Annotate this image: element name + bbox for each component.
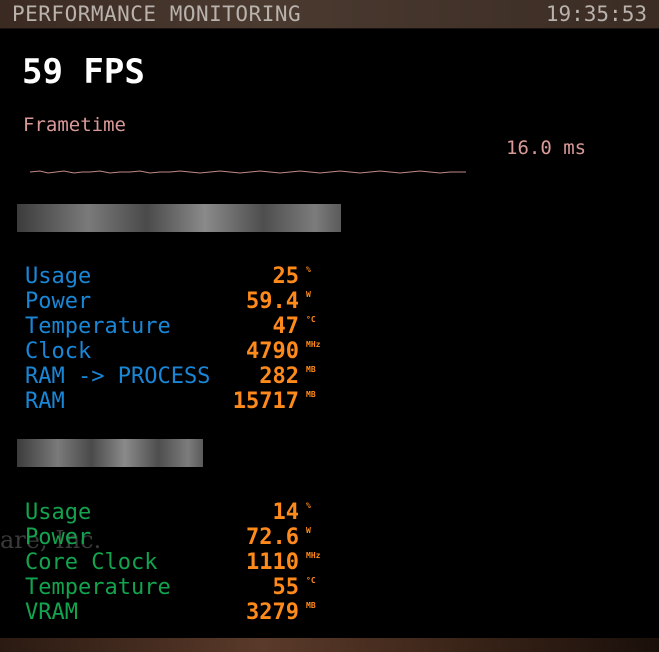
frametime-label: Frametime — [23, 114, 126, 136]
gpu-stats: Usage 14 % Power 72.6 W Core Clock 1110 … — [25, 500, 345, 625]
gpu-stat-row: Power 72.6 W — [25, 525, 345, 550]
stat-value: 72.6 — [246, 525, 299, 550]
stat-unit: °C — [306, 315, 316, 324]
stat-unit: MHz — [306, 551, 321, 560]
stat-label: Usage — [25, 500, 92, 525]
cpu-name-redacted — [17, 204, 341, 232]
stat-label: Temperature — [25, 314, 171, 339]
stat-label: VRAM — [25, 600, 78, 625]
stat-unit: W — [306, 290, 311, 299]
stat-value: 47 — [272, 314, 300, 339]
stat-label: RAM — [25, 389, 65, 414]
stat-label: Core Clock — [25, 550, 158, 575]
stat-value: 59.4 — [246, 289, 299, 314]
cpu-stat-row: Clock 4790 MHz — [25, 339, 345, 364]
frametime-graph — [30, 170, 466, 174]
fps-counter: 59 FPS — [22, 52, 145, 92]
stat-value: 282 — [259, 364, 299, 389]
gpu-name-redacted — [17, 439, 203, 467]
stat-value: 14 — [272, 500, 300, 525]
stat-value: 15717 — [232, 389, 299, 414]
stat-label: Clock — [25, 339, 92, 364]
stat-unit: °C — [306, 576, 316, 585]
stat-value: 3279 — [246, 600, 299, 625]
stat-value: 25 — [272, 264, 300, 289]
background-strip — [0, 638, 659, 652]
overlay-title-bar: PERFORMANCE MONITORING 19:35:53 — [0, 0, 659, 29]
stat-unit: W — [306, 526, 311, 535]
stat-unit: % — [306, 265, 311, 274]
overlay-title: PERFORMANCE MONITORING — [12, 2, 302, 26]
stat-value: 1110 — [246, 550, 299, 575]
cpu-stats: Usage 25 % Power 59.4 W Temperature 47 °… — [25, 264, 345, 414]
gpu-stat-row: Temperature 55 °C — [25, 575, 345, 600]
stat-value: 4790 — [246, 339, 299, 364]
clock-readout: 19:35:53 — [545, 2, 647, 26]
cpu-stat-row: Usage 25 % — [25, 264, 345, 289]
gpu-stat-row: Usage 14 % — [25, 500, 345, 525]
stat-label: Usage — [25, 264, 92, 289]
stat-unit: % — [306, 501, 311, 510]
gpu-stat-row: Core Clock 1110 MHz — [25, 550, 345, 575]
stat-unit: MB — [306, 601, 316, 610]
stat-value: 55 — [272, 575, 300, 600]
frametime-value: 16.0 ms — [506, 137, 587, 159]
cpu-stat-row: Temperature 47 °C — [25, 314, 345, 339]
cpu-stat-row: Power 59.4 W — [25, 289, 345, 314]
cpu-stat-row: RAM -> PROCESS 282 MB — [25, 364, 345, 389]
stat-label: Power — [25, 525, 92, 550]
cpu-stat-row: RAM 15717 MB — [25, 389, 345, 414]
stat-unit: MB — [306, 365, 316, 374]
stat-label: Temperature — [25, 575, 171, 600]
stat-unit: MB — [306, 390, 316, 399]
gpu-stat-row: VRAM 3279 MB — [25, 600, 345, 625]
stat-unit: MHz — [306, 340, 321, 349]
stat-label: Power — [25, 289, 92, 314]
